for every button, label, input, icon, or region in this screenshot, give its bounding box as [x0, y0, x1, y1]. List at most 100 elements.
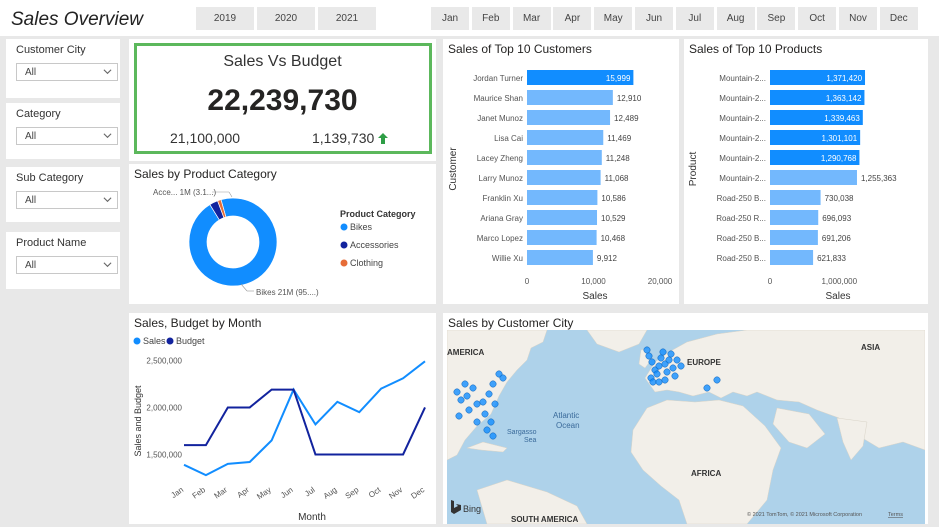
city-marker[interactable] — [659, 348, 667, 356]
city-marker[interactable] — [485, 390, 493, 398]
x-tick-label: 10,000 — [581, 277, 606, 286]
series-line-sales[interactable] — [183, 360, 426, 477]
city-marker[interactable] — [655, 378, 663, 386]
city-marker[interactable] — [653, 370, 661, 378]
city-marker[interactable] — [661, 376, 669, 384]
month-button-sep[interactable]: Sep — [757, 7, 796, 30]
city-marker[interactable] — [463, 392, 471, 400]
city-marker[interactable] — [655, 362, 663, 370]
bar-category-label: Mountain-2... — [719, 74, 766, 83]
bar-category-label: Lisa Cai — [494, 134, 523, 143]
month-button-feb[interactable]: Feb — [471, 7, 510, 30]
month-button-jan[interactable]: Jan — [431, 7, 469, 30]
y-tick-label: 2,000,000 — [146, 403, 182, 412]
filter-dropdown-sub-category[interactable]: All — [16, 191, 118, 209]
bar[interactable] — [770, 210, 819, 225]
customers-ylabel: Customer — [448, 147, 459, 191]
city-marker[interactable] — [713, 376, 721, 384]
bar[interactable] — [527, 110, 611, 125]
legend-label-sales[interactable]: Sales — [143, 336, 166, 346]
bar[interactable] — [770, 190, 821, 205]
x-tick-label: Mar — [213, 485, 230, 500]
donut-slice-bikes[interactable] — [188, 197, 278, 287]
city-marker[interactable] — [703, 384, 711, 392]
city-marker[interactable] — [667, 350, 675, 358]
month-button-jul[interactable]: Jul — [675, 7, 714, 30]
line-ylabel: Sales and Budget — [133, 385, 143, 457]
filter-dropdown-category[interactable]: All — [16, 127, 118, 145]
city-marker[interactable] — [671, 372, 679, 380]
month-button-nov[interactable]: Nov — [839, 7, 877, 30]
bar[interactable] — [527, 90, 613, 105]
city-marker[interactable] — [673, 356, 681, 364]
bar[interactable] — [770, 250, 814, 265]
bar-value-label: 11,469 — [607, 134, 631, 143]
city-marker[interactable] — [669, 364, 677, 372]
city-marker[interactable] — [491, 400, 499, 408]
city-marker[interactable] — [465, 406, 473, 414]
category-donut-panel: Sales by Product Category Acce... 1M (3.… — [129, 164, 436, 304]
world-map[interactable]: AMERICA EUROPE ASIA Atlantic Ocean Sarga… — [447, 330, 925, 524]
bar[interactable] — [527, 210, 598, 225]
month-button-apr[interactable]: Apr — [553, 7, 592, 30]
bar[interactable] — [770, 230, 818, 245]
legend-label-clothing[interactable]: Clothing — [350, 258, 383, 268]
map-terms-link[interactable]: Terms — [888, 512, 903, 518]
city-marker[interactable] — [665, 356, 673, 364]
bar[interactable] — [527, 150, 602, 165]
city-marker[interactable] — [489, 380, 497, 388]
bar-value-label: 12,910 — [617, 94, 642, 103]
bar-category-label: Janet Munoz — [477, 114, 523, 123]
city-marker[interactable] — [643, 346, 651, 354]
city-marker[interactable] — [479, 398, 487, 406]
legend-label-bikes[interactable]: Bikes — [350, 222, 373, 232]
bar-value-label: 12,489 — [614, 114, 639, 123]
city-marker[interactable] — [483, 426, 491, 434]
city-marker[interactable] — [648, 358, 656, 366]
bar[interactable] — [527, 170, 601, 185]
bar[interactable] — [527, 250, 593, 265]
city-marker[interactable] — [481, 410, 489, 418]
city-marker[interactable] — [649, 378, 657, 386]
city-marker[interactable] — [645, 352, 653, 360]
month-button-jun[interactable]: Jun — [635, 7, 673, 30]
city-marker[interactable] — [657, 354, 665, 362]
year-button-2021[interactable]: 2021 — [318, 7, 376, 30]
city-marker[interactable] — [457, 396, 465, 404]
legend-marker-accessories — [340, 241, 348, 249]
filter-dropdown-customer-city[interactable]: All — [16, 63, 118, 81]
city-marker[interactable] — [677, 362, 685, 370]
city-marker[interactable] — [663, 368, 671, 376]
legend-marker-clothing — [340, 259, 348, 267]
bar[interactable] — [527, 230, 597, 245]
city-marker[interactable] — [469, 384, 477, 392]
city-marker[interactable] — [461, 380, 469, 388]
city-marker[interactable] — [473, 418, 481, 426]
legend-label-accessories[interactable]: Accessories — [350, 240, 399, 250]
filter-product-name: Product Name All — [6, 232, 120, 289]
month-button-dec[interactable]: Dec — [879, 7, 918, 30]
city-marker[interactable] — [487, 418, 495, 426]
series-line-budget[interactable] — [184, 388, 426, 456]
bar[interactable] — [527, 190, 598, 205]
month-button-aug[interactable]: Aug — [716, 7, 755, 30]
year-button-2019[interactable]: 2019 — [196, 7, 254, 30]
city-marker[interactable] — [499, 374, 507, 382]
city-marker[interactable] — [473, 400, 481, 408]
month-button-may[interactable]: May — [594, 7, 633, 30]
legend-label-budget[interactable]: Budget — [176, 336, 205, 346]
bar[interactable] — [770, 170, 857, 185]
bar-category-label: Mountain-2... — [719, 174, 766, 183]
city-marker[interactable] — [453, 388, 461, 396]
bar-value-label: 10,468 — [601, 234, 626, 243]
filter-dropdown-product-name[interactable]: All — [16, 256, 118, 274]
bing-label: Bing — [463, 504, 481, 514]
city-marker[interactable] — [455, 412, 463, 420]
month-button-oct[interactable]: Oct — [798, 7, 837, 30]
filter-label-customer-city: Customer City — [16, 44, 86, 56]
year-button-2020[interactable]: 2020 — [257, 7, 315, 30]
legend-marker-sales — [133, 337, 141, 345]
city-marker[interactable] — [489, 432, 497, 440]
bar[interactable] — [527, 130, 604, 145]
month-button-mar[interactable]: Mar — [512, 7, 551, 30]
